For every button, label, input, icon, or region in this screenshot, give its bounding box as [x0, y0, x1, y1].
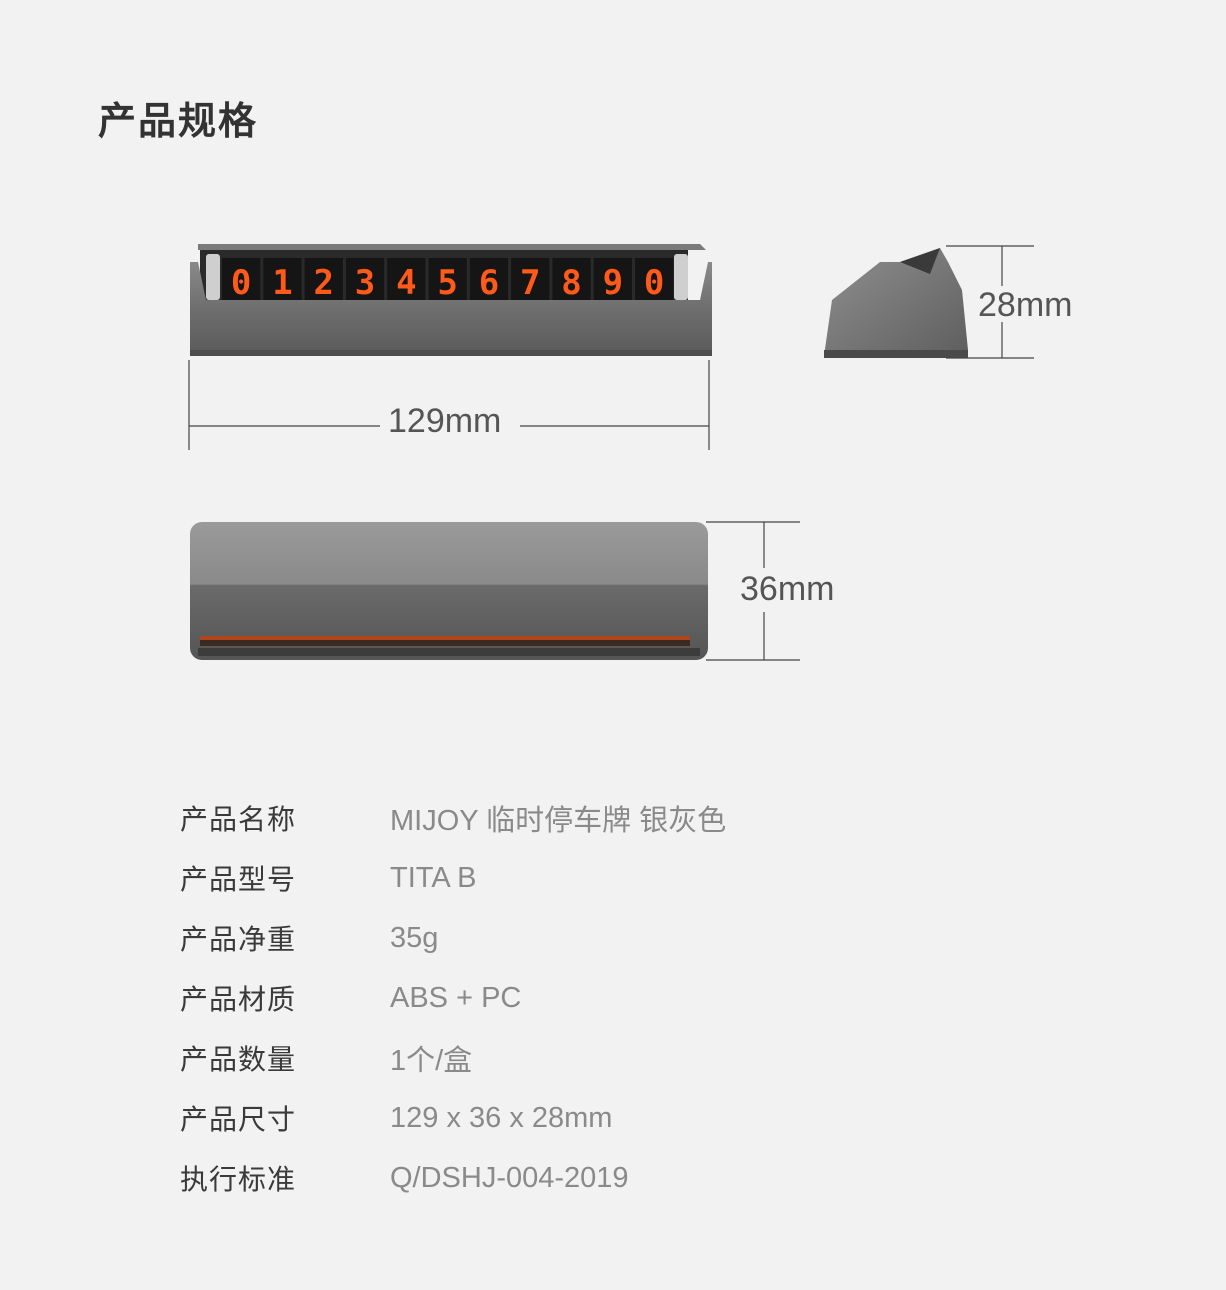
spec-label: 执行标准	[180, 1163, 297, 1196]
spec-label: 产品型号	[180, 863, 297, 896]
spec-value: Q/DSHJ-004-2019	[390, 1161, 629, 1194]
side-view	[824, 248, 968, 358]
digit-strip: 01234567890	[222, 258, 674, 303]
digit-label: 3	[355, 263, 375, 303]
digit-label: 8	[561, 263, 581, 303]
spec-value: 35g	[390, 921, 439, 954]
digit-label: 5	[437, 263, 457, 303]
digit-label: 7	[520, 263, 540, 303]
spec-label: 产品净重	[180, 923, 297, 956]
digit-label: 1	[272, 263, 292, 303]
spec-row: 产品数量 1个/盒	[180, 1028, 726, 1088]
spec-table: 产品名称 MIJOY 临时停车牌 银灰色产品型号 TITA B 产品净重 35g 产品材质…	[180, 788, 726, 1208]
spec-label: 产品数量	[180, 1043, 297, 1076]
spec-value: ABS + PC	[390, 981, 522, 1014]
spec-label: 产品名称	[180, 803, 297, 836]
digit-label: 0	[231, 263, 251, 303]
digit-label: 0	[644, 263, 664, 303]
spec-value: 129 x 36 x 28mm	[390, 1101, 613, 1134]
spec-row: 产品名称 MIJOY 临时停车牌 银灰色	[180, 788, 726, 848]
spec-row: 产品型号 TITA B	[180, 848, 726, 908]
spec-row: 执行标准 Q/DSHJ-004-2019	[180, 1148, 726, 1208]
length-label: 129mm	[388, 402, 502, 440]
spec-value: TITA B	[390, 861, 477, 894]
width-label: 36mm	[740, 570, 835, 608]
spec-row: 产品材质 ABS + PC	[180, 968, 726, 1028]
digit-label: 9	[603, 263, 623, 303]
top-view	[190, 522, 708, 660]
spec-label: 产品尺寸	[180, 1103, 297, 1136]
digit-label: 2	[314, 263, 334, 303]
digit-label: 4	[396, 263, 416, 303]
front-view: 01234567890	[190, 244, 712, 356]
spec-row: 产品尺寸 129 x 36 x 28mm	[180, 1088, 726, 1148]
height-label: 28mm	[978, 286, 1073, 324]
spec-value: MIJOY 临时停车牌 银灰色	[390, 805, 727, 837]
digit-label: 6	[479, 263, 499, 303]
spec-value: 1个/盒	[390, 1045, 473, 1077]
spec-label: 产品材质	[180, 983, 297, 1016]
spec-row: 产品净重 35g	[180, 908, 726, 968]
